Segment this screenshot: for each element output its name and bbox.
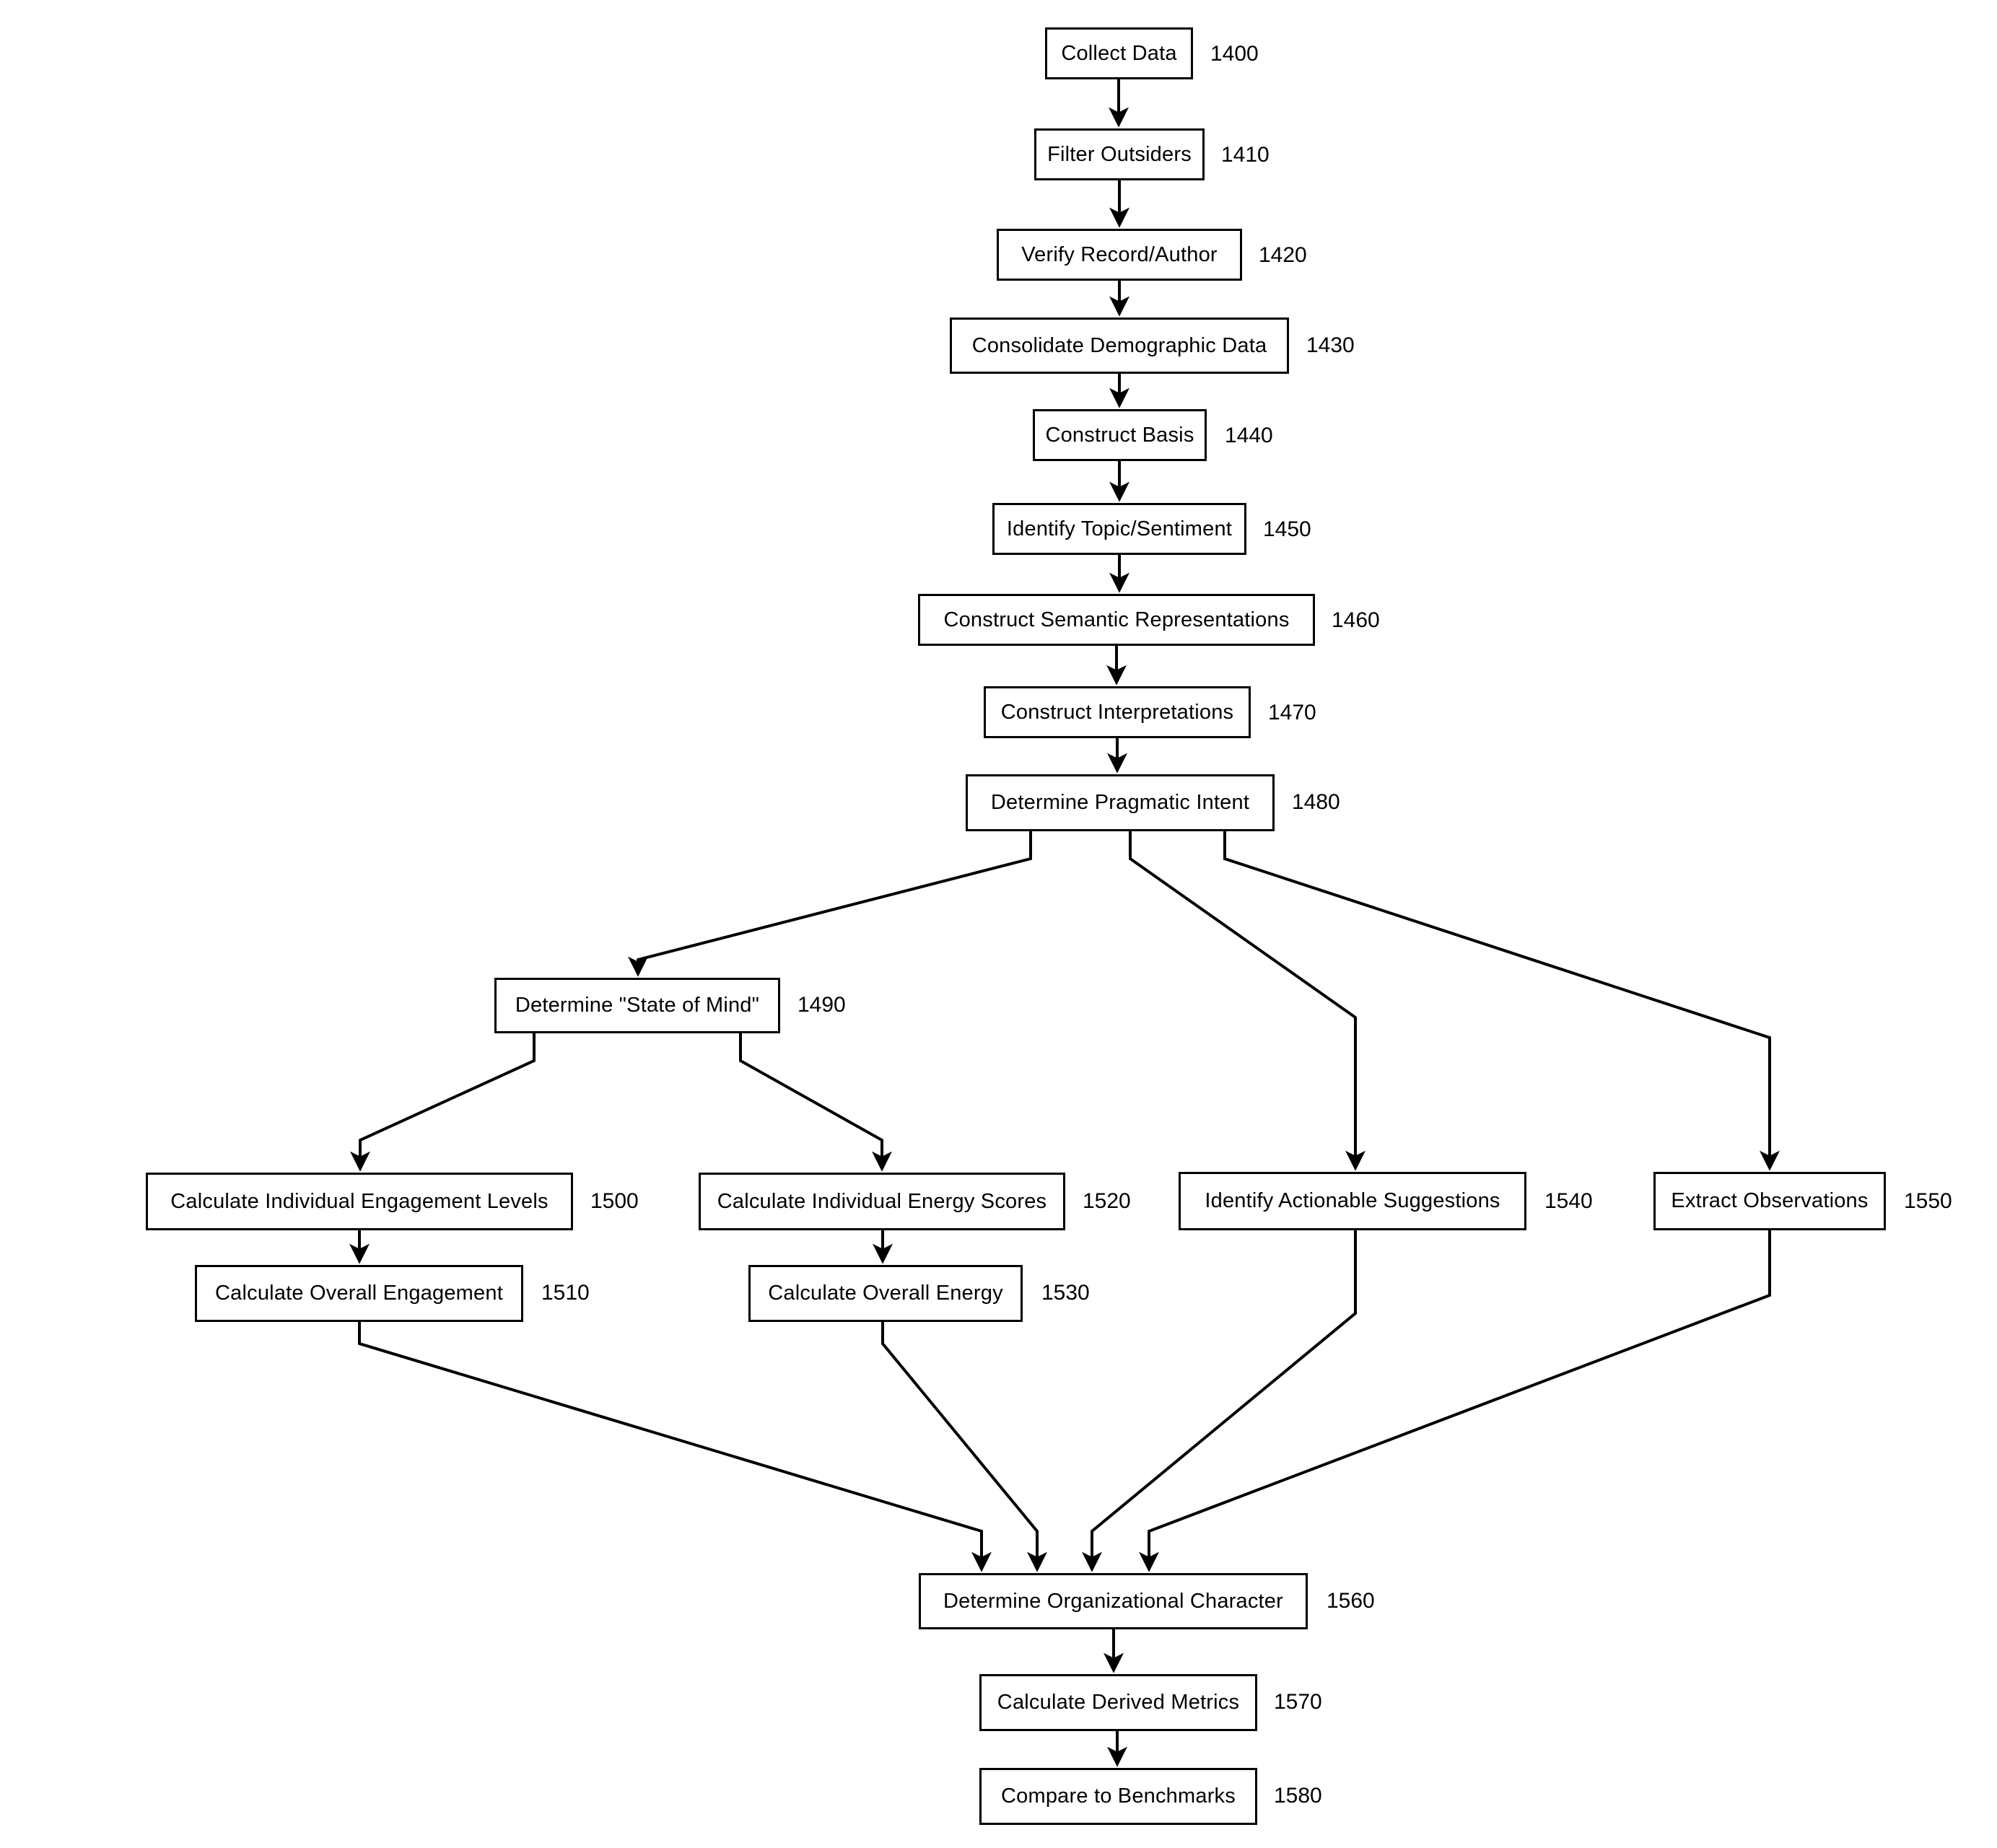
node-ref-1400: 1400	[1210, 42, 1259, 66]
node-label: Verify Record/Author	[1021, 242, 1218, 266]
node-calculate-individual-energy-scores[interactable]: Calculate Individual Energy Scores	[699, 1173, 1065, 1230]
node-label: Calculate Overall Energy	[768, 1282, 1003, 1305]
edge-1490-1500	[350, 1033, 536, 1172]
node-determine-pragmatic-intent[interactable]: Determine Pragmatic Intent	[966, 774, 1275, 831]
node-label: Identify Topic/Sentiment	[1006, 517, 1233, 540]
node-label: Determine Pragmatic Intent	[990, 791, 1250, 814]
node-ref-1450: 1450	[1263, 517, 1311, 541]
node-ref-1560: 1560	[1327, 1589, 1375, 1613]
edge-1490-1520	[739, 1033, 892, 1172]
node-label: Construct Semantic Representations	[943, 608, 1290, 631]
node-label: Determine "State of Mind"	[515, 994, 760, 1017]
node-ref-1420: 1420	[1259, 243, 1307, 267]
edge-1480-1490	[628, 831, 1032, 977]
node-label: Consolidate Demographic Data	[971, 333, 1267, 357]
node-calculate-overall-energy[interactable]: Calculate Overall Energy	[748, 1265, 1023, 1322]
node-label: Construct Interpretations	[1000, 700, 1234, 724]
node-ref-1480: 1480	[1292, 790, 1340, 814]
node-label: Calculate Individual Energy Scores	[717, 1189, 1047, 1213]
node-collect-data[interactable]: Collect Data	[1045, 27, 1193, 79]
node-calculate-individual-engagement-levels[interactable]: Calculate Individual Engagement Levels	[146, 1173, 573, 1230]
node-determine-state-of-mind[interactable]: Determine "State of Mind"	[494, 978, 780, 1033]
node-ref-1510: 1510	[541, 1281, 590, 1305]
node-ref-1580: 1580	[1274, 1784, 1322, 1808]
node-ref-1430: 1430	[1306, 333, 1355, 357]
node-label: Filter Outsiders	[1047, 142, 1192, 166]
node-construct-interpretations[interactable]: Construct Interpretations	[984, 686, 1251, 738]
node-compare-to-benchmarks[interactable]: Compare to Benchmarks	[979, 1768, 1257, 1825]
node-ref-1490: 1490	[798, 993, 846, 1017]
flowchart-canvas: Collect Data 1400 Filter Outsiders 1410 …	[0, 0, 1997, 1848]
node-identify-topic-sentiment[interactable]: Identify Topic/Sentiment	[992, 503, 1246, 555]
node-construct-semantic-representations[interactable]: Construct Semantic Representations	[918, 594, 1315, 646]
node-ref-1470: 1470	[1268, 701, 1316, 724]
edge-1480-1550	[1223, 831, 1780, 1171]
node-ref-1550: 1550	[1904, 1189, 1952, 1213]
edge-1530-1560	[881, 1322, 1047, 1572]
edge-1540-1560	[1082, 1230, 1357, 1572]
node-construct-basis[interactable]: Construct Basis	[1033, 409, 1207, 461]
node-label: Identify Actionable Suggestions	[1205, 1189, 1500, 1212]
node-label: Determine Organizational Character	[943, 1589, 1283, 1613]
node-ref-1530: 1530	[1041, 1281, 1090, 1305]
node-label: Compare to Benchmarks	[1001, 1784, 1236, 1808]
node-calculate-derived-metrics[interactable]: Calculate Derived Metrics	[979, 1674, 1257, 1731]
node-identify-actionable-suggestions[interactable]: Identify Actionable Suggestions	[1179, 1172, 1526, 1230]
node-verify-record-author[interactable]: Verify Record/Author	[997, 229, 1242, 281]
node-label: Calculate Overall Engagement	[215, 1282, 503, 1305]
node-determine-organizational-character[interactable]: Determine Organizational Character	[919, 1573, 1308, 1629]
node-ref-1410: 1410	[1221, 143, 1270, 167]
node-label: Extract Observations	[1671, 1189, 1869, 1212]
node-ref-1520: 1520	[1083, 1189, 1131, 1213]
node-ref-1440: 1440	[1225, 424, 1273, 447]
node-label: Construct Basis	[1045, 423, 1194, 447]
node-ref-1460: 1460	[1332, 608, 1380, 632]
edge-1510-1560	[358, 1322, 992, 1572]
node-ref-1540: 1540	[1544, 1189, 1593, 1213]
node-calculate-overall-engagement[interactable]: Calculate Overall Engagement	[195, 1265, 523, 1322]
node-extract-observations[interactable]: Extract Observations	[1653, 1172, 1886, 1230]
node-label: Calculate Individual Engagement Levels	[170, 1189, 549, 1213]
node-ref-1570: 1570	[1274, 1690, 1322, 1714]
edge-1480-1540	[1129, 831, 1365, 1171]
node-consolidate-demographic-data[interactable]: Consolidate Demographic Data	[950, 318, 1289, 374]
node-label: Calculate Derived Metrics	[997, 1691, 1240, 1714]
edge-1550-1560	[1139, 1230, 1771, 1572]
node-filter-outsiders[interactable]: Filter Outsiders	[1034, 128, 1205, 180]
node-label: Collect Data	[1061, 41, 1177, 65]
node-ref-1500: 1500	[590, 1189, 639, 1213]
